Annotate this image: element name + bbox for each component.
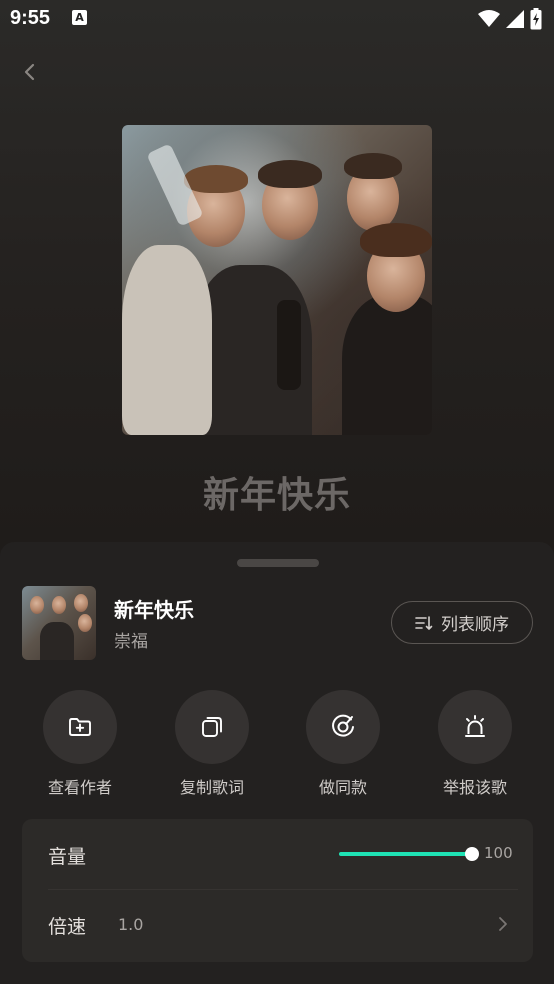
make-same-button[interactable]: 做同款: [288, 690, 398, 798]
list-order-icon: [415, 615, 433, 630]
speed-row[interactable]: 倍速 1.0: [22, 890, 533, 962]
make-same-circle: [306, 690, 380, 764]
song-artist: 崇福: [114, 632, 148, 652]
signal-icon: [506, 10, 524, 28]
notification-icon: A: [72, 10, 87, 25]
play-order-label: 列表顺序: [441, 615, 509, 635]
player-song-title: 新年快乐: [202, 475, 351, 516]
wifi-icon: [478, 10, 500, 27]
sheet-drag-handle[interactable]: [237, 559, 319, 567]
chevron-left-icon: [24, 63, 35, 81]
volume-slider-knob[interactable]: [465, 847, 479, 861]
record-icon: [332, 714, 354, 737]
status-icons: [478, 8, 542, 30]
folder-plus-icon: [69, 718, 91, 736]
bottom-sheet: 新年快乐 崇福 列表顺序 查看作者 复制歌词 做同款 举报该歌 音量 100 倍…: [0, 542, 554, 984]
alarm-icon: [465, 715, 485, 737]
copy-lyrics-button[interactable]: 复制歌词: [157, 690, 267, 798]
report-song-circle: [438, 690, 512, 764]
report-song-label: 举报该歌: [442, 778, 507, 797]
copy-lyrics-label: 复制歌词: [179, 778, 244, 797]
view-author-circle: [43, 690, 117, 764]
action-row: 查看作者 复制歌词 做同款 举报该歌: [0, 690, 554, 800]
volume-label: 音量: [48, 846, 87, 868]
report-song-button[interactable]: 举报该歌: [420, 690, 530, 798]
volume-row: 音量 100: [22, 819, 533, 889]
album-cover: [122, 125, 432, 435]
battery-icon: [530, 8, 542, 30]
settings-card: 音量 100 倍速 1.0: [22, 819, 533, 962]
copy-lyrics-circle: [175, 690, 249, 764]
make-same-label: 做同款: [318, 778, 367, 797]
speed-value: 1.0: [118, 915, 144, 934]
volume-value: 100: [484, 844, 513, 862]
back-button[interactable]: [16, 58, 44, 86]
song-thumbnail: [22, 586, 96, 660]
speed-label: 倍速: [48, 916, 87, 938]
view-author-button[interactable]: 查看作者: [25, 690, 135, 798]
volume-slider-track[interactable]: [339, 852, 473, 856]
view-author-label: 查看作者: [47, 778, 112, 797]
play-order-button[interactable]: 列表顺序: [391, 601, 533, 644]
status-bar: 9:55 A: [0, 0, 554, 40]
copy-icon: [202, 717, 222, 737]
chevron-right-icon: [499, 917, 507, 931]
song-title: 新年快乐: [114, 598, 194, 622]
status-time: 9:55: [10, 7, 51, 29]
